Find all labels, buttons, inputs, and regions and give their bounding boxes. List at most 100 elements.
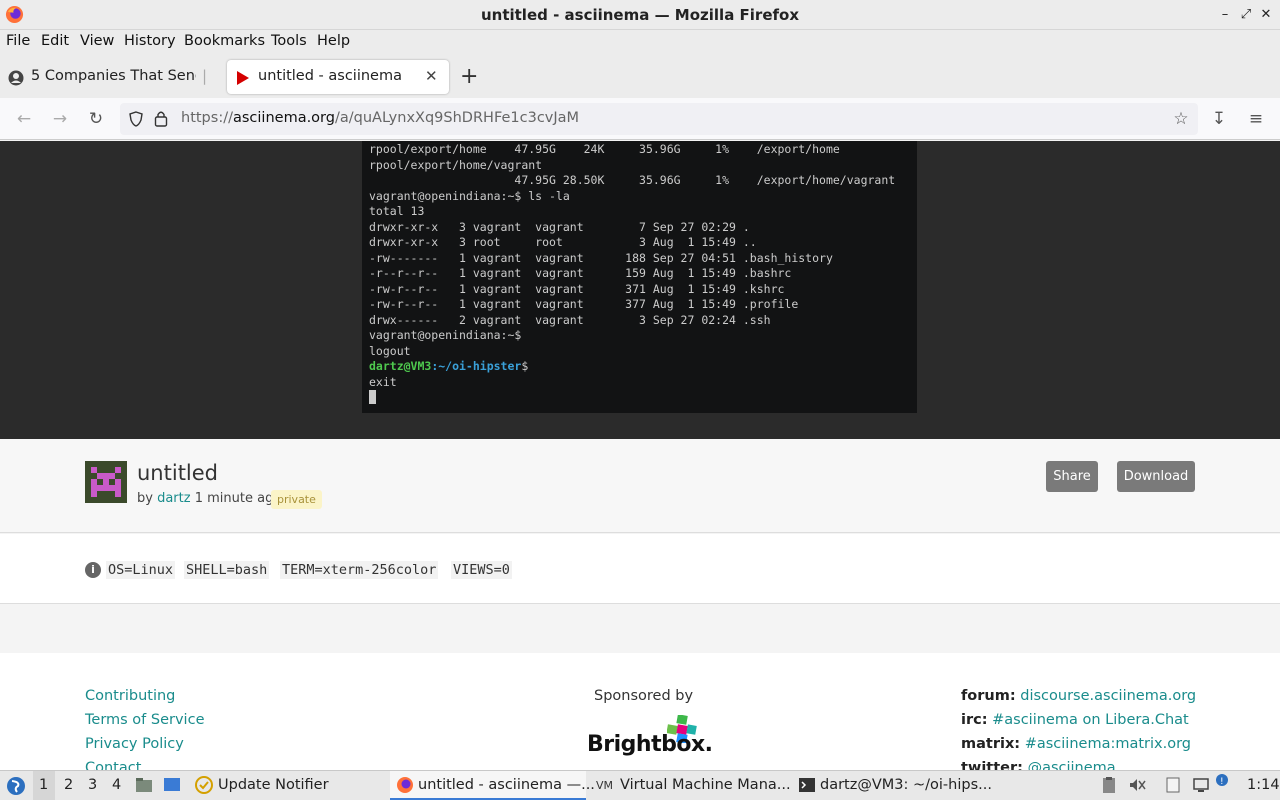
lock-icon[interactable] [154, 110, 168, 127]
clipboard-icon[interactable] [1100, 776, 1118, 794]
footer-forum: forum: discourse.asciinema.org [961, 688, 1197, 704]
reload-icon[interactable]: ↻ [85, 108, 107, 130]
info-icon: i [85, 562, 101, 578]
terminal-line: 47.95G 28.50K 35.96G 1% /export/home/vag… [514, 173, 896, 187]
footer-link-contributing[interactable]: Contributing [85, 688, 175, 704]
download-icon[interactable]: ↧ [1208, 108, 1230, 130]
workspace-2[interactable]: 2 [64, 777, 73, 793]
restore-icon[interactable]: ⤢ [1237, 6, 1255, 24]
recording-info: untitled by dartz 1 minute ago private S… [0, 439, 1280, 533]
download-button[interactable]: Download [1117, 461, 1195, 492]
close-tab-icon[interactable]: ✕ [425, 67, 438, 85]
env-os: OS=Linux [106, 561, 176, 579]
recording-title: untitled [137, 461, 219, 485]
terminal-line: rpool/export/home 47.95G 24K 35.96G 1% /… [369, 142, 840, 156]
minimize-icon[interactable]: – [1216, 6, 1234, 24]
terminal-line: -rw-r--r-- 1 vagrant vagrant 377 Aug 1 1… [369, 297, 799, 311]
terminal-output: rpool/export/home 47.95G 24K 35.96G 1% /… [369, 142, 895, 406]
workspace-1[interactable]: 1 [39, 777, 48, 793]
menu-bar: File Edit View History Bookmarks Tools H… [0, 30, 1280, 56]
file-manager-icon[interactable] [135, 776, 153, 794]
close-icon[interactable]: ✕ [1257, 6, 1275, 24]
terminal-player[interactable]: rpool/export/home 47.95G 24K 35.96G 1% /… [362, 141, 917, 413]
terminal-line: vagrant@openindiana:~$ ls -la [369, 188, 570, 203]
notification-icon[interactable]: ! [1216, 774, 1228, 786]
terminal-line: drwx------ 2 vagrant vagrant 3 Sep 27 02… [369, 312, 771, 327]
bookmark-star-icon[interactable]: ☆ [1170, 108, 1192, 130]
sponsored-by-label: Sponsored by [594, 688, 694, 704]
taskbar-app-terminal[interactable]: dartz@VM3: ~/oi-hips... [820, 777, 992, 793]
tab-bar: 5 Companies That Send | untitled - ascii… [0, 56, 1280, 98]
new-tab-button[interactable]: + [460, 64, 478, 89]
menu-history[interactable]: History [124, 33, 176, 49]
visibility-badge: private [271, 490, 322, 509]
terminal-line: total 13 [369, 204, 425, 218]
brightbox-logo[interactable]: Brightbox. [587, 715, 713, 760]
workspace-4[interactable]: 4 [112, 777, 121, 793]
avatar[interactable] [85, 461, 127, 503]
irc-link[interactable]: #asciinema on Libera.Chat [992, 712, 1189, 728]
firefox-taskbar-icon [397, 777, 413, 793]
footer-matrix: matrix: #asciinema:matrix.org [961, 736, 1192, 752]
footer-irc: irc: #asciinema on Libera.Chat [961, 712, 1189, 728]
files-icon[interactable] [1164, 776, 1182, 794]
recording-byline: by dartz 1 minute ago [137, 491, 281, 506]
prompt-user: dartz@VM3 [369, 359, 432, 373]
author-link[interactable]: dartz [157, 491, 190, 506]
terminal-line: logout [369, 343, 411, 358]
navigation-bar: ← → ↻ https://asciinema.org/a/quALynxXq9… [0, 98, 1280, 140]
svg-text:VM: VM [596, 779, 613, 792]
url-text[interactable]: https://asciinema.org/a/quALynxXq9ShDRHF… [181, 110, 579, 126]
workspace-3[interactable]: 3 [88, 777, 97, 793]
menu-edit[interactable]: Edit [41, 33, 69, 49]
share-button[interactable]: Share [1046, 461, 1098, 492]
back-icon[interactable]: ← [13, 108, 35, 130]
tab-asciinema[interactable]: untitled - asciinema ✕ [227, 60, 449, 94]
menu-help[interactable]: Help [317, 33, 350, 49]
hamburger-menu-icon[interactable]: ≡ [1245, 108, 1267, 130]
window-titlebar: untitled - asciinema — Mozilla Firefox –… [0, 0, 1280, 30]
terminal-line: vagrant@openindiana:~$ [369, 328, 522, 342]
url-bar[interactable]: https://asciinema.org/a/quALynxXq9ShDRHF… [120, 103, 1198, 135]
footer-link-terms[interactable]: Terms of Service [85, 712, 204, 728]
start-menu-icon[interactable] [6, 776, 26, 796]
taskbar-app-vm-manager[interactable]: Virtual Machine Mana... [620, 777, 791, 793]
forum-link[interactable]: discourse.asciinema.org [1020, 688, 1196, 704]
tab-companies[interactable]: 5 Companies That Send | [0, 60, 226, 94]
vm-manager-icon: VM [596, 779, 613, 792]
menu-bookmarks[interactable]: Bookmarks [184, 33, 265, 49]
footer-link-contact[interactable]: Contact [85, 760, 141, 770]
volume-muted-icon[interactable] [1128, 776, 1146, 794]
clock: 1:14 [1247, 777, 1280, 793]
taskbar-app-firefox[interactable]: untitled - asciinema —... [418, 777, 595, 793]
terminal-line: rpool/export/home/vagrant [369, 157, 543, 172]
terminal-line: -r--r--r-- 1 vagrant vagrant 159 Aug 1 1… [369, 266, 792, 280]
terminal-line: drwxr-xr-x 3 root root 3 Aug 1 15:49 .. [369, 235, 757, 249]
desktop-icon[interactable] [163, 776, 181, 794]
taskbar-app-update-notifier[interactable]: Update Notifier [218, 777, 329, 793]
tab-label: 5 Companies That Send [31, 68, 196, 84]
footer: Contributing Terms of Service Privacy Po… [0, 653, 1280, 770]
terminal-line: exit [369, 374, 397, 389]
terminal-icon [799, 778, 815, 792]
matrix-link[interactable]: #asciinema:matrix.org [1025, 736, 1191, 752]
menu-tools[interactable]: Tools [271, 33, 307, 49]
env-views: VIEWS=0 [451, 561, 512, 579]
section-spacer [0, 605, 1280, 653]
terminal-prompt-line: dartz@VM3:~/oi-hipster$ [369, 359, 529, 373]
forward-icon[interactable]: → [49, 108, 71, 130]
terminal-line: -rw------- 1 vagrant vagrant 188 Sep 27 … [369, 250, 833, 265]
env-term: TERM=xterm-256color [280, 561, 439, 579]
by-label: by [137, 491, 153, 506]
network-icon[interactable] [1192, 776, 1210, 794]
menu-file[interactable]: File [6, 33, 30, 49]
footer-twitter: twitter: @asciinema [961, 760, 1116, 770]
update-notifier-icon [195, 776, 213, 794]
menu-view[interactable]: View [80, 33, 114, 49]
twitter-link[interactable]: @asciinema [1028, 760, 1116, 770]
taskbar: 1 2 3 4 Update Notifier untitled - ascii… [0, 770, 1280, 800]
footer-link-privacy[interactable]: Privacy Policy [85, 736, 184, 752]
shield-icon[interactable] [128, 111, 144, 127]
terminal-cursor [369, 390, 376, 404]
sponsor-name: Brightbox. [587, 732, 713, 757]
